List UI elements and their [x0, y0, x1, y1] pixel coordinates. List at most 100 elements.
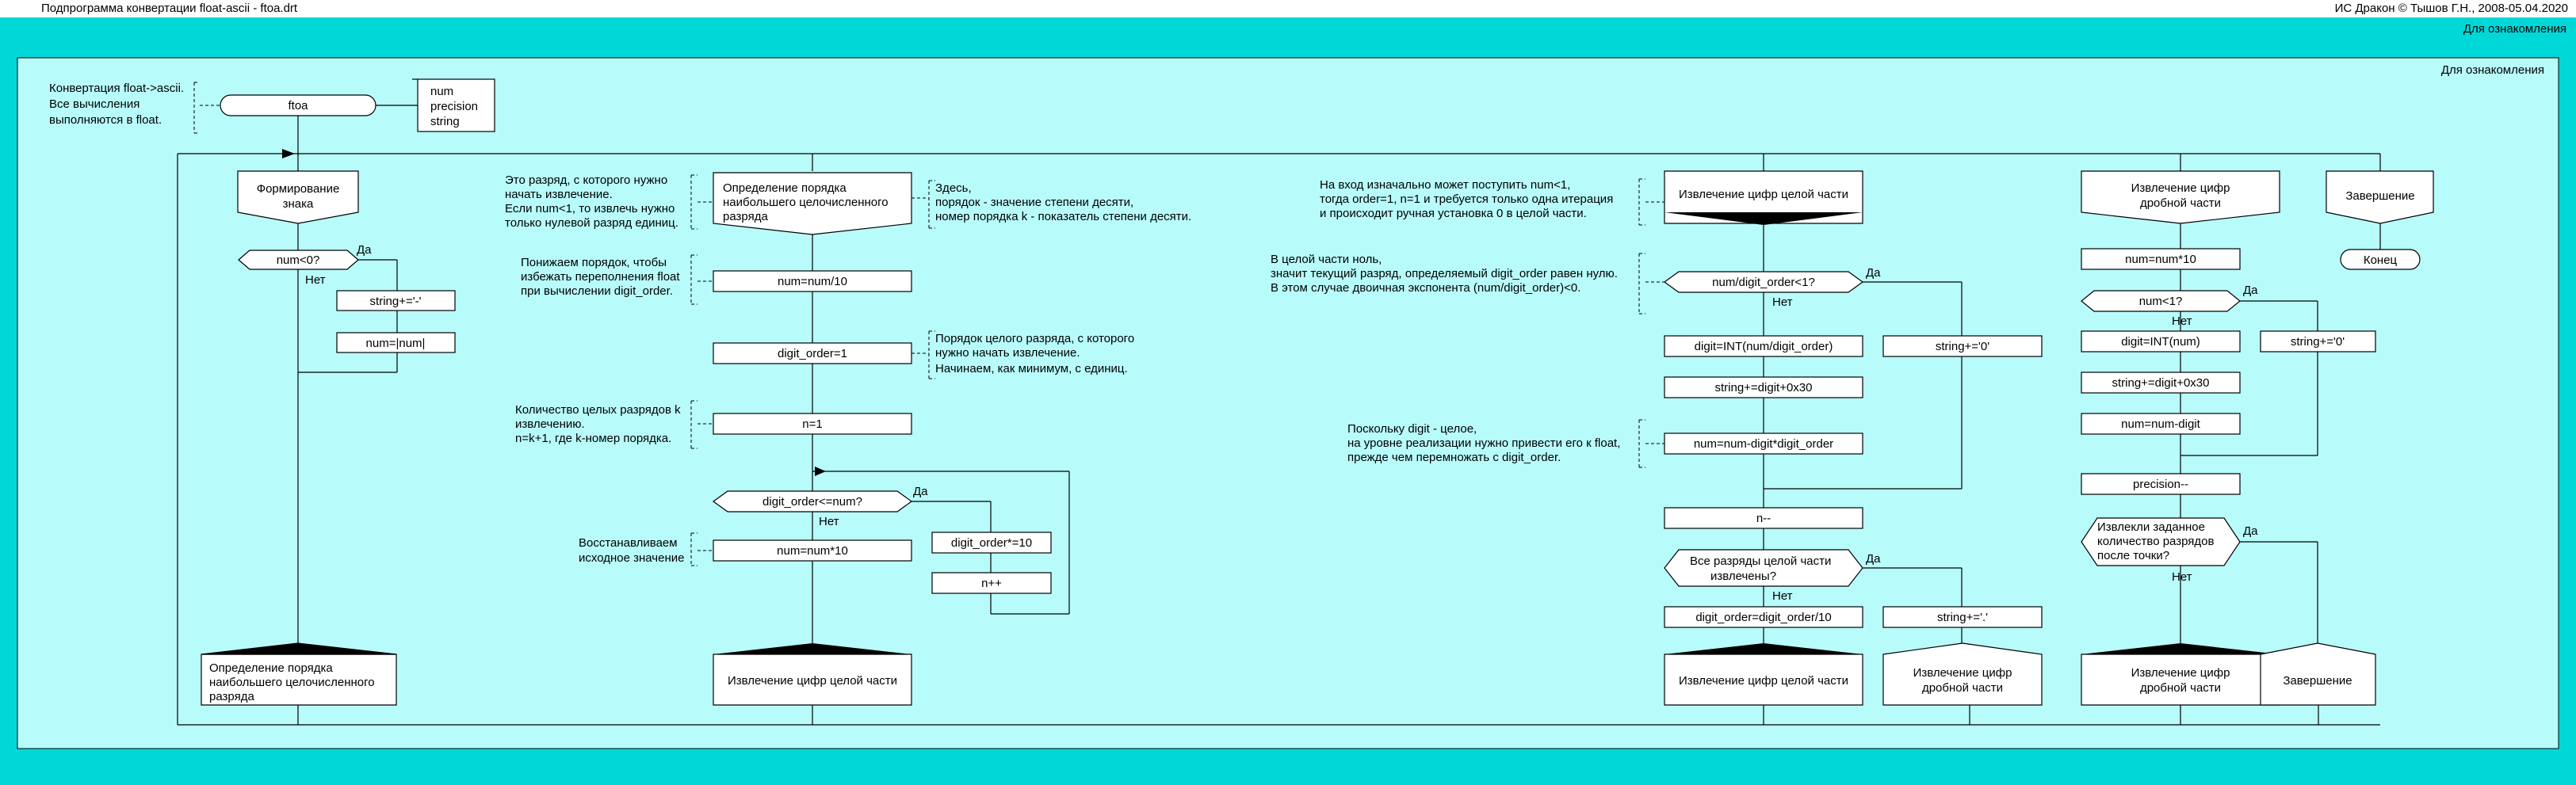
address-finish[interactable]: Завершение: [2260, 642, 2376, 706]
svg-text:Извлечение цифр целой части: Извлечение цифр целой части: [1679, 674, 1848, 688]
svg-text:n=1: n=1: [802, 417, 822, 431]
svg-text:Это разряд, с которого нужно: Это разряд, с которого нужно: [505, 173, 667, 187]
svg-text:num=|num|: num=|num|: [366, 337, 426, 350]
svg-text:и происходит ручная установка: и происходит ручная установка 0 в целой …: [1320, 207, 1587, 220]
svg-text:В целой части ноль,: В целой части ноль,: [1271, 253, 1382, 266]
svg-text:Извлечение цифр: Извлечение цифр: [2131, 181, 2230, 195]
no-label: Нет: [819, 515, 839, 528]
question-num-lt-1[interactable]: num<1?: [2081, 290, 2241, 312]
svg-text:Здесь,: Здесь,: [935, 181, 972, 195]
svg-text:Формирование: Формирование: [257, 182, 340, 196]
action-digit-order-div-10[interactable]: digit_order=digit_order/10: [1664, 606, 1863, 628]
parameters-block[interactable]: num precision string: [412, 78, 495, 132]
action-string-minus[interactable]: string+='-': [336, 290, 456, 311]
yes-label: Да: [913, 485, 928, 498]
action-string-add-digit[interactable]: string+=digit+0x30: [1664, 376, 1863, 398]
address-order[interactable]: Определение порядка наибольшего целочисл…: [201, 642, 397, 706]
svg-text:Извлечение цифр целой части: Извлечение цифр целой части: [1679, 188, 1848, 201]
branch-head-sign[interactable]: Формирование знака: [237, 170, 359, 224]
svg-text:num=num/10: num=num/10: [778, 275, 847, 288]
yes-label: Да: [357, 243, 372, 257]
svg-text:Завершение: Завершение: [2345, 189, 2414, 203]
question-num-div-order-lt-1[interactable]: num/digit_order<1?: [1663, 271, 1864, 293]
address-fraction-loop[interactable]: Извлечение цифр дробной части: [2081, 643, 2280, 706]
svg-text:извлечению.: извлечению.: [515, 417, 585, 431]
svg-text:На вход изначально может посту: На вход изначально может поступить num<1…: [1320, 178, 1570, 192]
svg-text:Восстанавливаем: Восстанавливаем: [579, 536, 678, 550]
action-num-times-10-fraction[interactable]: num=num*10: [2081, 248, 2241, 270]
svg-text:разряда: разряда: [209, 690, 254, 703]
address-integer-loop[interactable]: Извлечение цифр целой части: [1664, 643, 1863, 706]
branch-head-fraction[interactable]: Извлечение цифр дробной части: [2081, 170, 2280, 224]
svg-text:string+='0': string+='0': [1936, 340, 1989, 353]
svg-text:на уровне реализации нужно при: на уровне реализации нужно привести его …: [1347, 436, 1620, 450]
branch-head-integer[interactable]: Извлечение цифр целой части: [1664, 170, 1863, 225]
yes-label: Да: [1866, 266, 1881, 280]
parameter: num: [430, 85, 453, 98]
action-num-abs[interactable]: num=|num|: [336, 332, 456, 353]
svg-text:извлечены?: извлечены?: [1710, 570, 1776, 583]
action-num-minus-digit[interactable]: num=num-digit: [2081, 413, 2241, 435]
svg-text:начать извлечение.: начать извлечение.: [505, 188, 613, 201]
svg-text:наибольшего целочисленного: наибольшего целочисленного: [723, 196, 889, 209]
drakon-diagram: Для ознакомления Конвертация float->asci…: [17, 57, 2559, 749]
svg-text:Если num<1, то извлечь нужно: Если num<1, то извлечь нужно: [505, 202, 675, 215]
svg-text:после точки?: после точки?: [2097, 549, 2169, 562]
address-fraction-digits[interactable]: Извлечение цифр дробной части: [1882, 642, 2043, 706]
svg-text:string+='.': string+='.': [1937, 611, 1988, 624]
svg-text:Все разряды целой части: Все разряды целой части: [1690, 554, 1831, 568]
action-string-zero-fraction[interactable]: string+='0': [2260, 330, 2376, 352]
end-terminator[interactable]: Конец: [2340, 249, 2421, 270]
parameter: string: [430, 115, 460, 128]
action-digit-order-times-10[interactable]: digit_order*=10: [931, 532, 1052, 554]
branch-head-finish[interactable]: Завершение: [2326, 170, 2434, 224]
action-digit-order-1[interactable]: digit_order=1: [713, 342, 912, 364]
no-label: Нет: [2172, 570, 2192, 584]
svg-text:n=k+1, где k-номер порядка.: n=k+1, где k-номер порядка.: [515, 432, 671, 445]
svg-text:количество разрядов: количество разрядов: [2097, 535, 2214, 548]
svg-text:digit_order=1: digit_order=1: [778, 347, 847, 360]
action-digit-int[interactable]: digit=INT(num/digit_order): [1664, 335, 1863, 357]
svg-text:num<0?: num<0?: [277, 253, 320, 267]
action-digit-int-num[interactable]: digit=INT(num): [2081, 330, 2241, 352]
action-precision-dec[interactable]: precision--: [2081, 473, 2241, 495]
branch-head-order[interactable]: Определение порядка наибольшего целочисл…: [713, 172, 912, 235]
svg-text:string+=digit+0x30: string+=digit+0x30: [1714, 381, 1812, 394]
question-precision-done[interactable]: Извлекли заданное количество разрядов по…: [2081, 517, 2241, 566]
svg-text:digit_order*=10: digit_order*=10: [951, 536, 1032, 550]
action-num-times-10[interactable]: num=num*10: [713, 539, 912, 562]
svg-text:В этом случае двоичная экспоне: В этом случае двоичная экспонента (num/d…: [1271, 281, 1580, 295]
action-n-inc[interactable]: n++: [931, 572, 1052, 594]
no-label: Нет: [1772, 589, 1793, 603]
svg-text:только нулевой разряд единиц.: только нулевой разряд единиц.: [505, 216, 678, 230]
svg-text:string+=digit+0x30: string+=digit+0x30: [2112, 376, 2209, 390]
svg-text:Количество целых разрядов k: Количество целых разрядов k: [515, 403, 681, 417]
address-integer-digits[interactable]: Извлечение цифр целой части: [713, 643, 912, 706]
question-all-int-digits[interactable]: Все разряды целой части извлечены?: [1664, 549, 1863, 587]
svg-text:num<1?: num<1?: [2139, 295, 2183, 308]
svg-text:precision--: precision--: [2133, 478, 2188, 491]
svg-text:num=num-digit: num=num-digit: [2121, 417, 2200, 431]
svg-text:digit=INT(num): digit=INT(num): [2121, 335, 2200, 349]
svg-text:тогда order=1, n=1 и требуется: тогда order=1, n=1 и требуется только од…: [1320, 192, 1613, 206]
svg-text:значит текущий разряд, определ: значит текущий разряд, определяемый digi…: [1271, 267, 1618, 280]
action-n-dec[interactable]: n--: [1664, 507, 1863, 529]
title-block[interactable]: ftoa: [220, 94, 376, 116]
action-num-div-10[interactable]: num=num/10: [713, 270, 912, 292]
no-label: Нет: [1772, 295, 1793, 309]
action-string-zero[interactable]: string+='0': [1882, 335, 2043, 357]
action-string-add-digit-fraction[interactable]: string+=digit+0x30: [2081, 372, 2241, 394]
svg-text:Поскольку digit - целое,: Поскольку digit - целое,: [1347, 422, 1477, 436]
action-string-dot[interactable]: string+='.': [1882, 606, 2043, 628]
svg-text:при вычислении digit_order.: при вычислении digit_order.: [521, 284, 673, 298]
comment-line: выполняются в float.: [49, 113, 162, 127]
action-num-minus-digit-order[interactable]: num=num-digit*digit_order: [1664, 433, 1863, 455]
no-label: Нет: [305, 273, 326, 287]
comment-line: Конвертация float->ascii.: [49, 82, 184, 95]
svg-text:Конец: Конец: [2364, 253, 2398, 267]
yes-label: Да: [2243, 524, 2258, 538]
svg-text:знака: знака: [283, 197, 314, 211]
action-n-1[interactable]: n=1: [713, 413, 912, 435]
question-digit-order-le-num[interactable]: digit_order<=num?: [712, 490, 913, 513]
question-num-lt-0[interactable]: num<0?: [238, 250, 359, 270]
